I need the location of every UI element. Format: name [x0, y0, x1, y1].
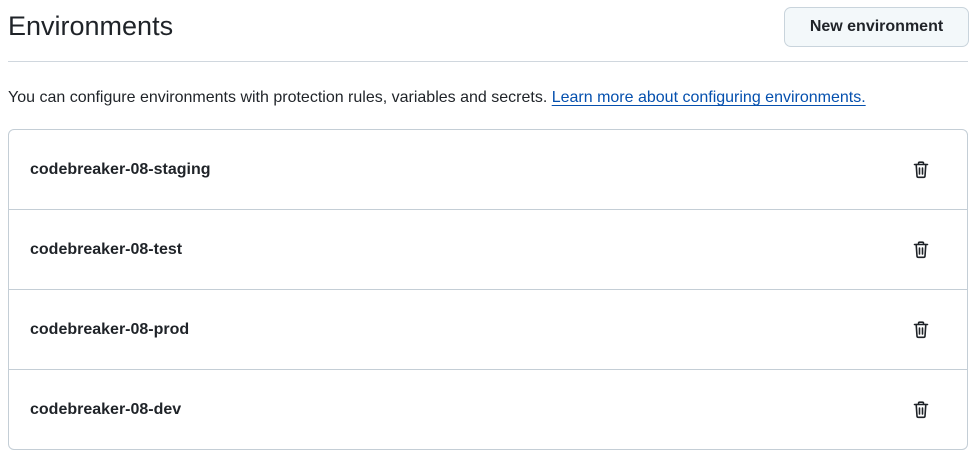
trash-icon[interactable]: [909, 398, 933, 422]
page-title: Environments: [8, 11, 174, 41]
description: You can configure environments with prot…: [8, 87, 866, 109]
trash-icon[interactable]: [909, 158, 933, 182]
environment-name-link[interactable]: codebreaker-08-dev: [30, 370, 181, 449]
trash-icon[interactable]: [909, 238, 933, 262]
trash-icon[interactable]: [909, 318, 933, 342]
description-text: You can configure environments with prot…: [8, 89, 552, 106]
environment-name-link[interactable]: codebreaker-08-prod: [30, 290, 189, 370]
environment-row: codebreaker-08-test: [9, 210, 967, 290]
environment-row: codebreaker-08-dev: [9, 370, 967, 449]
page-header: Environments New environment: [8, 0, 969, 62]
environment-name-link[interactable]: codebreaker-08-staging: [30, 130, 211, 210]
new-environment-button[interactable]: New environment: [784, 7, 969, 47]
environment-list: codebreaker-08-staging codebreaker-08-te…: [8, 129, 968, 450]
environment-name-link[interactable]: codebreaker-08-test: [30, 210, 182, 290]
learn-more-link[interactable]: Learn more about configuring environment…: [552, 89, 866, 106]
environment-row: codebreaker-08-prod: [9, 290, 967, 370]
environment-row: codebreaker-08-staging: [9, 130, 967, 210]
